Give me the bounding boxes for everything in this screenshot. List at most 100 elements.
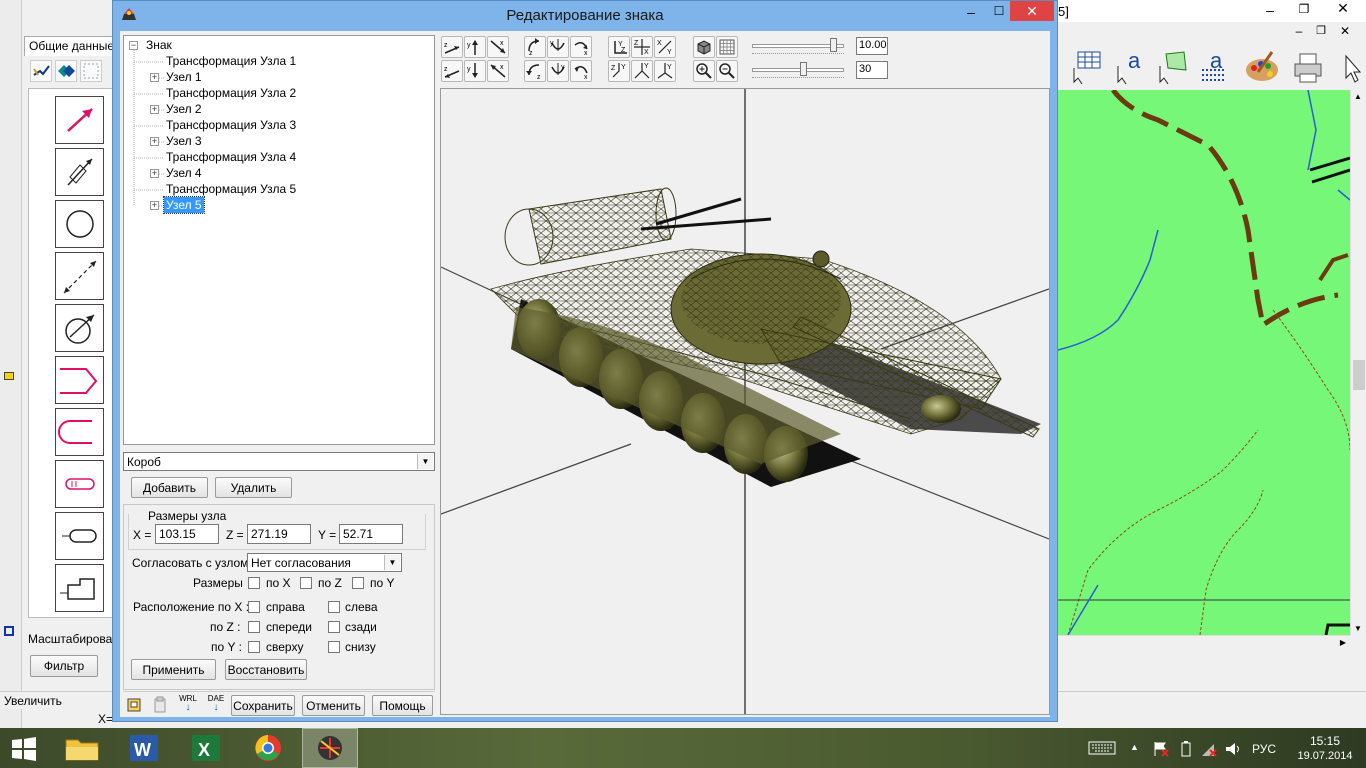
tray-keyboard-icon[interactable] — [1088, 740, 1116, 756]
view-zx-icon[interactable]: ZX — [631, 36, 653, 58]
sign-arrow-red[interactable] — [55, 96, 104, 144]
add-button[interactable]: Добавить — [131, 477, 208, 498]
spin-z-icon[interactable]: z — [524, 36, 546, 58]
sign-capsule-black[interactable] — [55, 512, 104, 560]
align-select-chevron-down-icon[interactable]: ▼ — [384, 555, 400, 570]
sign-pentagon-red[interactable] — [55, 356, 104, 404]
tree-item[interactable]: Трансформация Узла 5 — [166, 181, 296, 197]
layers-tool-icon[interactable] — [55, 60, 77, 82]
shape-select-chevron-down-icon[interactable]: ▼ — [417, 454, 433, 469]
pointer-icon[interactable] — [1340, 52, 1364, 84]
zoom-in-icon[interactable] — [693, 60, 715, 82]
inner-restore-icon[interactable]: ❐ — [1312, 24, 1330, 40]
palette-icon[interactable] — [1244, 48, 1280, 84]
taskbar-excel-icon[interactable]: X — [184, 730, 228, 766]
grid-view-icon[interactable] — [716, 36, 738, 58]
map-vscrollbar[interactable]: ▲ ▼ — [1350, 90, 1366, 635]
tree-item[interactable]: Трансформация Узла 3 — [166, 117, 296, 133]
tree-item[interactable]: Узел 1 — [166, 69, 202, 85]
align-select[interactable]: Нет согласования — [247, 553, 402, 572]
tree-view[interactable]: − Знак Трансформация Узла 1 + Узел 1 Тра… — [123, 35, 435, 445]
tree-item[interactable]: Трансформация Узла 1 — [166, 53, 296, 69]
main-close-icon[interactable]: ✕ — [1320, 0, 1366, 20]
tray-language[interactable]: РУС — [1252, 742, 1276, 756]
pos-top-checkbox[interactable] — [248, 641, 260, 653]
view-xy-icon[interactable]: XY — [654, 36, 676, 58]
main-app-tab[interactable]: Общие данные — [24, 36, 114, 56]
cube-view-icon[interactable] — [693, 36, 715, 58]
tree-item[interactable]: Трансформация Узла 4 — [166, 149, 296, 165]
spin-y-icon[interactable]: y — [547, 36, 569, 58]
tray-flag-icon[interactable] — [1152, 740, 1170, 758]
inner-close-icon[interactable]: ✕ — [1336, 24, 1354, 40]
open-file-icon[interactable] — [125, 696, 143, 714]
restore-button[interactable]: Восстановить — [225, 659, 307, 680]
pen-tool-icon[interactable] — [30, 60, 52, 82]
view-yx-icon[interactable]: Y — [654, 60, 676, 82]
pos-front-checkbox[interactable] — [248, 621, 260, 633]
main-maximize-icon[interactable]: ❐ — [1290, 2, 1318, 20]
spin-z-reverse-icon[interactable]: z — [524, 60, 546, 82]
tree-item[interactable]: Узел 4 — [166, 165, 202, 181]
pos-left-checkbox[interactable] — [328, 601, 340, 613]
pos-back-checkbox[interactable] — [328, 621, 340, 633]
scroll-thumb[interactable] — [1353, 360, 1365, 390]
rotate-xz-icon[interactable]: z — [441, 36, 463, 58]
taskbar-app-icon-active[interactable] — [302, 728, 358, 768]
tree-expand-icon[interactable]: + — [150, 201, 159, 210]
start-windows-icon[interactable] — [10, 736, 38, 762]
taskbar-word-icon[interactable]: W — [122, 730, 166, 766]
table-icon[interactable] — [1072, 50, 1102, 85]
y-size-input[interactable]: 52.71 — [339, 524, 403, 544]
sign-circle[interactable] — [55, 200, 104, 248]
shape-select[interactable]: Короб — [123, 452, 435, 471]
zoom-out-icon[interactable] — [716, 60, 738, 82]
tray-date[interactable]: 19.07.2014 — [1290, 750, 1360, 762]
inner-minimize-icon[interactable]: ‒ — [1290, 24, 1308, 40]
slider-thumb-1[interactable] — [830, 38, 837, 52]
sign-dashed-line[interactable] — [55, 252, 104, 300]
taskbar-chrome-icon[interactable] — [246, 730, 290, 766]
tree-expand-icon[interactable]: + — [150, 73, 159, 82]
slider-track-1[interactable] — [752, 38, 844, 52]
clipboard-icon[interactable] — [151, 696, 169, 714]
printer-icon[interactable] — [1292, 50, 1324, 84]
dialog-maximize-icon[interactable]: ☐ — [988, 4, 1010, 22]
view-zy-icon[interactable]: ZY — [608, 60, 630, 82]
sign-circle-arrow[interactable] — [55, 304, 104, 352]
sign-diamond-arrow[interactable] — [55, 148, 104, 196]
dialog-close-button[interactable]: ✕ — [1010, 1, 1054, 21]
polygon-cursor-icon[interactable] — [1154, 48, 1190, 85]
save-button[interactable]: Сохранить — [231, 695, 295, 716]
tree-item[interactable]: Трансформация Узла 2 — [166, 85, 296, 101]
scroll-down-icon[interactable]: ▼ — [1354, 624, 1362, 633]
spin-x-icon[interactable]: x — [570, 36, 592, 58]
text-cursor-icon[interactable]: a — [1112, 48, 1146, 85]
slider-thumb-2[interactable] — [800, 62, 807, 76]
list-text-icon[interactable]: a — [1196, 48, 1232, 84]
rotate-y-up-icon[interactable]: y — [464, 36, 486, 58]
delete-button[interactable]: Удалить — [215, 477, 292, 498]
rotate-y-down-icon[interactable]: y — [464, 60, 486, 82]
tree-item[interactable]: Узел 2 — [166, 101, 202, 117]
view-yz-icon[interactable]: YZ — [608, 36, 630, 58]
tree-item[interactable]: Узел 3 — [166, 133, 202, 149]
tray-time[interactable]: 15:15 — [1290, 734, 1360, 748]
sign-capsule-red[interactable] — [55, 460, 104, 508]
taskbar-explorer-icon[interactable] — [60, 730, 104, 766]
tree-expand-icon[interactable]: + — [150, 105, 159, 114]
tree-expand-icon[interactable]: + — [150, 169, 159, 178]
rotate-xz-down-icon[interactable]: z — [441, 60, 463, 82]
spin-x-reverse-icon[interactable]: x — [570, 60, 592, 82]
tree-root[interactable]: Знак — [146, 37, 172, 53]
slider-value-2[interactable]: 30 — [856, 61, 888, 79]
sign-building[interactable] — [55, 564, 104, 612]
x-size-input[interactable]: 103.15 — [155, 524, 219, 544]
export-dae-icon[interactable]: DAE ↓ — [204, 694, 228, 716]
slider-track-2[interactable] — [752, 62, 844, 76]
size-x-checkbox[interactable] — [248, 577, 260, 589]
size-y-checkbox[interactable] — [352, 577, 364, 589]
tray-volume-icon[interactable] — [1224, 740, 1242, 758]
main-minimize-icon[interactable]: ‒ — [1256, 2, 1284, 20]
filter-button[interactable]: Фильтр — [30, 655, 98, 677]
